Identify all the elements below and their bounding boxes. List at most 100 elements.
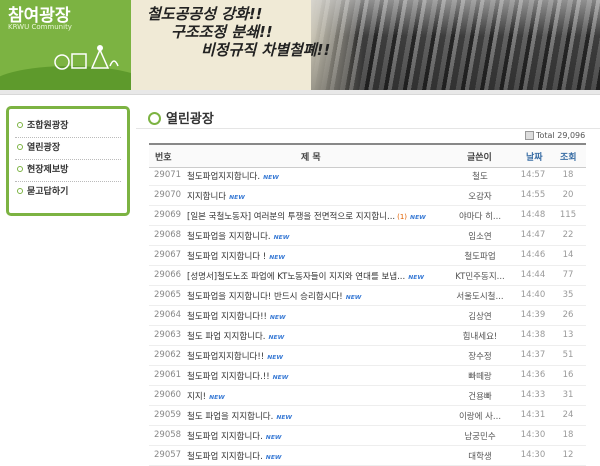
post-subject-text[interactable]: 철도 파업을 지지합니다.	[187, 412, 273, 422]
post-subject-link[interactable]: 지지합니다 NEW	[187, 190, 447, 202]
table-row: 29062 철도파업지지합니다!! NEW 장수정 14:37 51	[149, 346, 586, 366]
sidebar-item-label: 열린광장	[27, 143, 61, 153]
new-badge-icon: NEW	[265, 434, 282, 441]
bullet-icon	[17, 121, 23, 128]
column-header-author: 글쓴이	[467, 153, 492, 163]
post-number: 29065	[154, 290, 182, 300]
table-row: 29061 철도파업 지지합니다.!! NEW 빠떼랑 14:36 16	[149, 366, 586, 386]
post-subject-text[interactable]: 철도파업지지합니다!!	[187, 352, 264, 362]
table-header: 번호 제 목 글쓴이 날짜 조회	[149, 143, 586, 168]
new-badge-icon: NEW	[229, 194, 245, 201]
post-author: 철도	[472, 172, 488, 182]
column-header-views-sort[interactable]: 조회	[560, 150, 577, 163]
table-row: 29063 철도 파업 지지합니다. NEW 힘내세요! 14:38 13	[149, 326, 586, 346]
column-header-date-sort[interactable]: 날짜	[526, 150, 543, 163]
new-badge-icon: NEW	[263, 174, 279, 181]
post-subject-link[interactable]: 철도파업 지지합니다. NEW	[187, 430, 447, 442]
new-badge-icon: NEW	[410, 214, 426, 221]
new-badge-icon: NEW	[268, 334, 285, 341]
sidebar-item-field-report[interactable]: 현장제보방	[17, 160, 121, 180]
title-ring-icon	[148, 112, 161, 125]
new-badge-icon: NEW	[273, 234, 290, 241]
sidebar-item-label: 묻고답하기	[27, 187, 69, 197]
post-date: 14:46	[520, 250, 546, 260]
post-subject-link[interactable]: 철도파업 지지합니다 ! NEW	[187, 250, 447, 262]
post-subject-text[interactable]: 철도파업 지지합니다 !	[187, 252, 266, 262]
post-number: 29067	[154, 250, 182, 260]
post-subject-text[interactable]: 철도파업 지지합니다.	[187, 432, 263, 442]
post-number: 29070	[154, 190, 182, 200]
post-list: 29071 철도파업지지합니다. NEW 철도 14:57 18 29070 지지합니다 NEW…	[149, 166, 586, 466]
bullet-icon	[17, 143, 23, 150]
post-author: 건용빠	[468, 392, 492, 402]
post-views: 12	[562, 450, 574, 460]
post-date: 14:55	[520, 190, 546, 200]
post-subject-link[interactable]: 철도파업 지지합니다!! NEW	[187, 310, 447, 322]
sidebar-item-label: 현장제보방	[27, 165, 69, 175]
post-views: 51	[562, 350, 574, 360]
post-subject-link[interactable]: 철도파업 지지합니다.!! NEW	[187, 370, 447, 382]
post-subject-text[interactable]: 지지합니다	[187, 192, 226, 202]
post-subject-text[interactable]: 철도파업을 지지합니다.	[187, 232, 271, 242]
sidebar-item-open-square[interactable]: 열린광장	[17, 138, 121, 158]
post-subject-text[interactable]: 철도파업 지지합니다.!!	[187, 372, 270, 382]
post-views: 35	[562, 290, 574, 300]
post-subject-link[interactable]: 철도 파업을 지지합니다. NEW	[187, 410, 447, 422]
table-row: 29059 철도 파업을 지지합니다. NEW 이랑에 사... 14:31 24	[149, 406, 586, 426]
post-author: 빠떼랑	[468, 372, 492, 382]
post-subject-link[interactable]: 철도파업지지합니다. NEW	[187, 170, 447, 182]
new-badge-icon: NEW	[269, 254, 285, 261]
post-views: 13	[562, 330, 574, 340]
table-row: 29058 철도파업 지지합니다. NEW 남궁민수 14:30 18	[149, 426, 586, 446]
table-row: 29064 철도파업 지지합니다!! NEW 김상연 14:39 26	[149, 306, 586, 326]
new-badge-icon: NEW	[276, 414, 293, 421]
post-views: 18	[562, 430, 574, 440]
post-subject-link[interactable]: 철도 파업 지지합니다. NEW	[187, 330, 447, 342]
post-subject-text[interactable]: [일본 국철노동자] 여러분의 투쟁을 전면적으로 지지합니...	[187, 212, 395, 222]
sidebar-item-qna[interactable]: 묻고답하기	[17, 182, 121, 202]
post-number: 29060	[154, 390, 182, 400]
post-subject-link[interactable]: 철도파업지지합니다!! NEW	[187, 350, 447, 362]
post-number: 29058	[154, 430, 182, 440]
post-date: 14:38	[520, 330, 546, 340]
banner: 철도공공성 강화!! 구조조정 분쇄!! 비정규직 차별철폐!!	[131, 0, 600, 90]
post-subject-text[interactable]: 철도파업 지지합니다!!	[187, 312, 267, 322]
brand-area[interactable]: 참여광장 KRWU Community	[0, 0, 131, 90]
post-number: 29071	[154, 170, 182, 180]
new-badge-icon: NEW	[345, 294, 362, 301]
post-subject-text[interactable]: 철도 파업 지지합니다.	[187, 332, 266, 342]
post-subject-link[interactable]: [성명서]철도노조 파업에 KT노동자들이 지지와 연대를 보냅... NEW	[187, 270, 447, 282]
post-views: 16	[562, 370, 574, 380]
document-icon	[525, 131, 534, 140]
post-subject-link[interactable]: 철도파업을 지지합니다! 반드시 승리합시다! NEW	[187, 290, 447, 302]
post-date: 14:36	[520, 370, 546, 380]
post-subject-link[interactable]: 철도파업을 지지합니다. NEW	[187, 230, 447, 242]
post-date: 14:48	[520, 210, 546, 220]
post-subject-text[interactable]: 지지!	[187, 392, 206, 402]
post-number: 29059	[154, 410, 182, 420]
post-author: 오감자	[468, 192, 492, 202]
post-date: 14:44	[520, 270, 546, 280]
post-subject-text[interactable]: 철도파업 지지합니다.	[187, 452, 263, 462]
column-header-subject: 제 목	[301, 153, 321, 163]
post-subject-text[interactable]: 철도파업지지합니다.	[187, 172, 260, 182]
post-number: 29064	[154, 310, 182, 320]
new-badge-icon: NEW	[267, 354, 283, 361]
post-subject-text[interactable]: [성명서]철도노조 파업에 KT노동자들이 지지와 연대를 보냅...	[187, 272, 405, 282]
post-subject-link[interactable]: 지지! NEW	[187, 390, 447, 402]
brand-subtitle: KRWU Community	[8, 23, 72, 31]
post-subject-link[interactable]: [일본 국철노동자] 여러분의 투쟁을 전면적으로 지지합니... (1) NEW	[187, 210, 447, 222]
post-date: 14:40	[520, 290, 546, 300]
bullet-icon	[17, 165, 23, 172]
post-subject-link[interactable]: 철도파업 지지합니다. NEW	[187, 450, 447, 462]
new-badge-icon: NEW	[269, 314, 286, 321]
table-row: 29066 [성명서]철도노조 파업에 KT노동자들이 지지와 연대를 보냅...…	[149, 266, 586, 286]
table-row: 29068 철도파업을 지지합니다. NEW 임소연 14:47 22	[149, 226, 586, 246]
new-badge-icon: NEW	[408, 274, 424, 281]
column-header-number: 번호	[155, 153, 172, 163]
total-count: Total 29,096	[525, 131, 597, 140]
post-subject-text[interactable]: 철도파업을 지지합니다! 반드시 승리합시다!	[187, 292, 343, 302]
post-author: 철도파업	[464, 252, 496, 262]
sidebar-item-members-square[interactable]: 조합원광장	[17, 116, 121, 136]
banner-slogan: 비정규직 차별철폐!!	[201, 41, 331, 59]
